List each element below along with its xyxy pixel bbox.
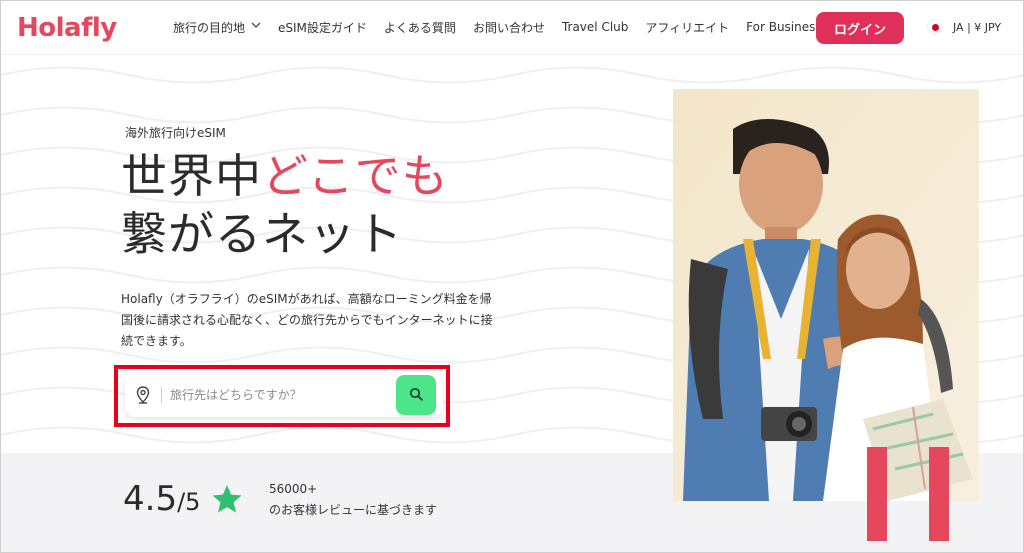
locale-selector[interactable]: JA | ¥ JPY — [927, 19, 1001, 35]
nav-item-esim-guide[interactable]: eSIM設定ガイド — [278, 19, 367, 36]
hero-eyebrow: 海外旅行向けeSIM — [125, 126, 226, 140]
location-pin-icon — [136, 386, 152, 404]
star-icon — [212, 485, 242, 513]
site-header: Holafly 旅行の目的地 eSIM設定ガイド よくある質問 お問い合わせ T… — [1, 1, 1023, 55]
rating-score: 4.5/5 — [123, 479, 200, 519]
hero-headline: 世界中どこでも 繋がるネット — [121, 147, 449, 263]
search-divider — [161, 387, 162, 403]
chevron-down-icon — [251, 22, 261, 32]
rating-out-of: /5 — [177, 488, 201, 516]
hero-travelers-photo — [673, 89, 979, 501]
nav-item-label: 旅行の目的地 — [173, 20, 246, 35]
japan-flag-icon — [927, 19, 943, 35]
decorative-bar-right — [929, 447, 949, 541]
nav-item-affiliate[interactable]: アフィリエイト — [645, 19, 729, 36]
review-count: 56000+ — [269, 482, 318, 496]
decorative-bar-left — [867, 447, 887, 541]
headline-part1: 世界中 — [121, 149, 262, 203]
nav-item-for-business[interactable]: For Business — [746, 20, 821, 34]
nav-item-destinations[interactable]: 旅行の目的地 — [173, 19, 261, 36]
headline-line2: 繋がるネット — [121, 207, 403, 261]
destination-search — [125, 373, 443, 417]
hero-description: Holafly（オラフライ）のeSIMがあれば、高額なローミング料金を帰国後に請… — [121, 292, 493, 348]
search-button[interactable] — [396, 375, 436, 415]
holafly-logo[interactable]: Holafly — [17, 13, 117, 43]
nav-item-contact[interactable]: お問い合わせ — [473, 19, 545, 36]
review-caption: のお客様レビューに基づきます — [269, 503, 438, 517]
locale-label: JA | ¥ JPY — [953, 20, 1002, 34]
headline-accent: どこでも — [262, 149, 449, 203]
rating-value: 4.5 — [123, 479, 178, 519]
main-nav: 旅行の目的地 eSIM設定ガイド よくある質問 お問い合わせ Travel Cl… — [173, 1, 839, 53]
page-frame: Holafly 旅行の目的地 eSIM設定ガイド よくある質問 お問い合わせ T… — [0, 0, 1024, 553]
search-icon — [409, 387, 423, 404]
nav-item-faq[interactable]: よくある質問 — [384, 19, 456, 36]
destination-search-input[interactable] — [170, 388, 370, 402]
nav-item-travel-club[interactable]: Travel Club — [562, 20, 628, 34]
login-button[interactable]: ログイン — [816, 12, 904, 44]
